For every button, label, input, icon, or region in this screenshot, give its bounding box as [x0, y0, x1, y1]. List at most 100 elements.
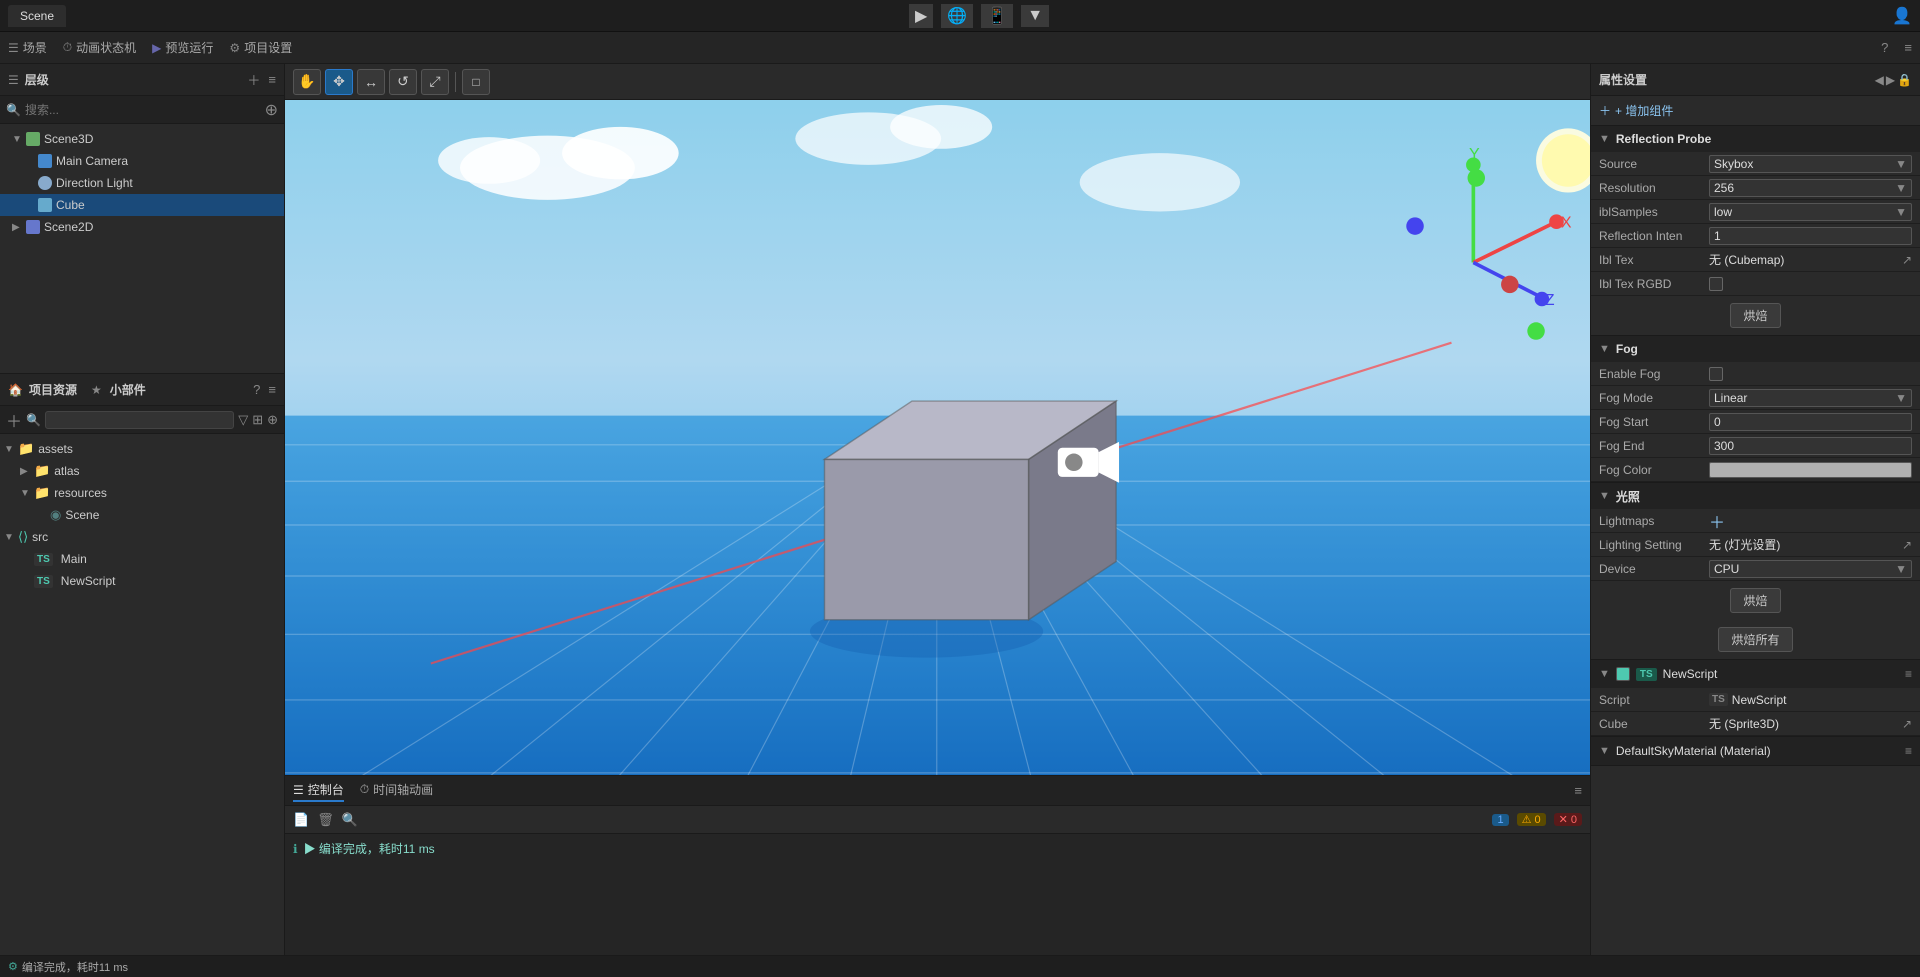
- left-panel: ☰ 层级 ＋ ≡ 🔍 ⊕ ▼ Scene3D: [0, 64, 285, 955]
- widgets-title: 小部件: [110, 381, 146, 398]
- prop-reflection-inten-input[interactable]: [1709, 227, 1912, 245]
- defaultskymaterial-header[interactable]: ▼ DefaultSkyMaterial (Material) ≡: [1591, 737, 1920, 765]
- viewport[interactable]: Y X Z: [285, 100, 1590, 775]
- assets-tree: ▼ 📁 assets ▶ 📁 atlas ▼ 📁 resources: [0, 434, 284, 955]
- asset-item-scene[interactable]: ▶ ◉ Scene: [0, 504, 284, 526]
- asset-item-assets[interactable]: ▼ 📁 assets: [0, 438, 284, 460]
- prop-ibl-tex-rgbd-checkbox[interactable]: [1709, 277, 1723, 291]
- hand-tool-btn[interactable]: ✋: [293, 69, 321, 95]
- bottom-panel-more-btn[interactable]: ≡: [1574, 783, 1582, 798]
- svg-text:X: X: [1561, 214, 1572, 232]
- add-component-btn[interactable]: ＋ + 增加组件: [1599, 102, 1673, 119]
- tree-item-direction-light[interactable]: ▶ Direction Light: [0, 172, 284, 194]
- tab-timeline[interactable]: ⏱ 时间轴动画: [360, 779, 433, 802]
- prop-lightmaps-add-icon[interactable]: ＋: [1709, 509, 1725, 533]
- tree-item-scene3d[interactable]: ▼ Scene3D: [0, 128, 284, 150]
- scale-tool-btn[interactable]: ⤢: [421, 69, 449, 95]
- bake-all-btn[interactable]: 烘焙所有: [1718, 627, 1792, 652]
- prop-lighting-setting-link-icon[interactable]: ↗: [1902, 538, 1912, 552]
- hierarchy-search-bar: 🔍 ⊕: [0, 96, 284, 124]
- assets-filter-btn[interactable]: ▽: [238, 412, 248, 428]
- prop-ibl-tex-rgbd: Ibl Tex RGBD: [1591, 272, 1920, 296]
- fog-header[interactable]: ▼ Fog: [1591, 336, 1920, 362]
- tree-item-cube[interactable]: ▶ Cube: [0, 194, 284, 216]
- newscript-component-header[interactable]: ▼ TS NewScript ≡: [1591, 660, 1920, 688]
- defaultskymaterial-more-icon[interactable]: ≡: [1905, 744, 1912, 758]
- assets-more-btn[interactable]: ≡: [268, 382, 276, 397]
- prop-source-select[interactable]: Skybox ▼: [1709, 155, 1912, 173]
- console-content: ℹ ▶ 编译完成，耗时11 ms: [285, 834, 1590, 955]
- prop-fog-mode-select[interactable]: Linear ▼: [1709, 389, 1912, 407]
- asset-item-atlas[interactable]: ▶ 📁 atlas: [0, 460, 284, 482]
- asset-item-src[interactable]: ▼ ⟨⟩ src: [0, 526, 284, 548]
- hierarchy-add-btn[interactable]: ＋: [247, 70, 260, 89]
- asset-item-main[interactable]: ▶ TS Main: [0, 548, 284, 570]
- right-panel-header: 属性设置 ◀ ▶ 🔒: [1591, 64, 1920, 96]
- bake-btn-reflection[interactable]: 烘焙: [1730, 303, 1780, 328]
- menu-settings[interactable]: ⚙ 项目设置: [229, 39, 292, 56]
- assets-copy-btn[interactable]: ⊕: [267, 412, 278, 428]
- prop-enable-fog-checkbox[interactable]: [1709, 367, 1723, 381]
- prop-device-select[interactable]: CPU ▼: [1709, 560, 1912, 578]
- prop-fog-start-input[interactable]: [1709, 413, 1912, 431]
- newscript-more-icon[interactable]: ≡: [1905, 667, 1912, 681]
- assets-search-input[interactable]: [45, 411, 234, 429]
- assets-help-btn[interactable]: ?: [253, 382, 260, 397]
- hierarchy-search-add-btn[interactable]: ⊕: [265, 100, 278, 120]
- asset-item-resources[interactable]: ▼ 📁 resources: [0, 482, 284, 504]
- nav-lock-btn[interactable]: 🔒: [1897, 73, 1912, 87]
- lighting-arrow: ▼: [1599, 490, 1610, 502]
- play-button[interactable]: ▶: [909, 4, 933, 28]
- prop-fog-mode-value: Linear: [1714, 391, 1747, 405]
- hierarchy-header: ☰ 层级 ＋ ≡: [0, 64, 284, 96]
- prop-lighting-setting: Lighting Setting 无 (灯光设置) ↗: [1591, 533, 1920, 557]
- prop-resolution-select[interactable]: 256 ▼: [1709, 179, 1912, 197]
- rect-tool-btn[interactable]: □: [462, 69, 490, 95]
- tree-item-main-camera[interactable]: ▶ Main Camera: [0, 150, 284, 172]
- badge-err: ✕ 0: [1554, 813, 1582, 826]
- lighting-header[interactable]: ▼ 光照: [1591, 483, 1920, 509]
- hierarchy-search-input[interactable]: [25, 103, 261, 117]
- prop-fog-end-input[interactable]: [1709, 437, 1912, 455]
- menu-more-icon[interactable]: ≡: [1904, 40, 1912, 55]
- nav-next-btn[interactable]: ▶: [1886, 73, 1895, 87]
- translate-tool-btn[interactable]: ↔: [357, 69, 385, 95]
- assets-add-btn[interactable]: ＋: [6, 408, 22, 432]
- console-trash-btn[interactable]: 🗑: [317, 812, 334, 828]
- assets-grid-btn[interactable]: ⊞: [252, 412, 263, 428]
- scene-tab[interactable]: Scene: [8, 5, 66, 27]
- mobile-button[interactable]: 📱: [981, 4, 1013, 28]
- bake-btn-lighting[interactable]: 烘焙: [1730, 588, 1780, 613]
- newscript-toggle[interactable]: [1616, 667, 1630, 681]
- console-toolbar: 📄 🗑 🔍 1 ⚠ 0 ✕ 0: [285, 806, 1590, 834]
- nav-prev-btn[interactable]: ◀: [1875, 73, 1884, 87]
- asset-item-newscript[interactable]: ▶ TS NewScript: [0, 570, 284, 592]
- prop-fog-end: Fog End: [1591, 434, 1920, 458]
- reflection-probe-header[interactable]: ▼ Reflection Probe: [1591, 126, 1920, 152]
- assets-actions: ? ≡: [253, 382, 276, 397]
- tab-console[interactable]: ☰ 控制台: [293, 779, 344, 802]
- prop-ibl-tex-value: 无 (Cubemap): [1709, 251, 1898, 268]
- prop-fog-color-swatch[interactable]: [1709, 462, 1912, 478]
- tree-item-scene2d[interactable]: ▶ Scene2D: [0, 216, 284, 238]
- menu-preview[interactable]: ▶ 预览运行: [152, 39, 213, 56]
- menu-animation[interactable]: ⏱ 动画状态机: [63, 39, 136, 56]
- tree-label-cube: Cube: [56, 198, 85, 212]
- more-button[interactable]: ▼: [1021, 5, 1049, 27]
- prop-fog-end-label: Fog End: [1599, 439, 1709, 453]
- hierarchy-more-btn[interactable]: ≡: [268, 72, 276, 87]
- bottom-panel: ☰ 控制台 ⏱ 时间轴动画 ≡ 📄 🗑 🔍 1 ⚠ 0 ✕ 0: [285, 775, 1590, 955]
- console-new-btn[interactable]: 📄: [293, 812, 309, 828]
- globe-button[interactable]: 🌐: [941, 4, 973, 28]
- rotate-tool-btn[interactable]: ↺: [389, 69, 417, 95]
- viewport-toolbar: ✋ ✥ ↔ ↺ ⤢ □: [285, 64, 1590, 100]
- newscript-component-title: NewScript: [1663, 667, 1718, 681]
- menu-scene[interactable]: ☰ 场景: [8, 39, 47, 56]
- move-tool-btn[interactable]: ✥: [325, 69, 353, 95]
- console-search-btn[interactable]: 🔍: [342, 812, 358, 828]
- prop-iblsamples-select[interactable]: low ▼: [1709, 203, 1912, 221]
- prop-ibl-tex-link-icon[interactable]: ↗: [1902, 253, 1912, 267]
- help-icon[interactable]: ?: [1881, 40, 1888, 55]
- prop-cube-ref-link-icon[interactable]: ↗: [1902, 717, 1912, 731]
- newscript-label: NewScript: [61, 574, 116, 588]
